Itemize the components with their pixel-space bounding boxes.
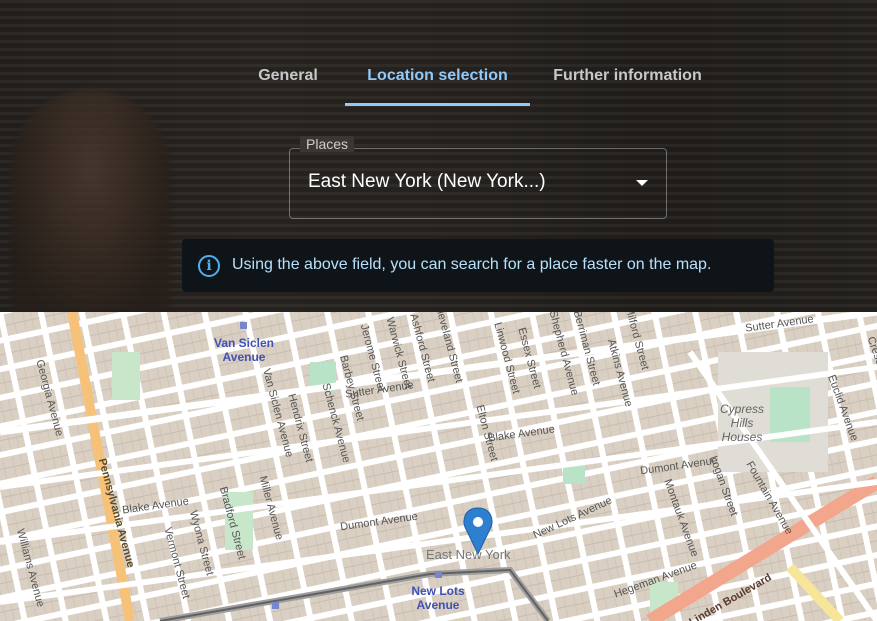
tab-location-selection-label: Location selection	[367, 67, 508, 84]
tab-location-selection[interactable]: Location selection	[345, 58, 530, 106]
station-marker[interactable]	[272, 602, 279, 609]
tab-further-information-label: Further information	[553, 67, 702, 84]
tab-general[interactable]: General	[240, 58, 336, 106]
station-marker[interactable]	[240, 322, 247, 329]
neighborhood-label-cypress-hills: Cypress Hills Houses	[719, 402, 764, 444]
active-tab-indicator	[345, 103, 530, 106]
station-label-new-lots: New Lots Avenue	[411, 584, 465, 612]
info-icon: i	[198, 255, 220, 277]
tab-further-information[interactable]: Further information	[540, 58, 715, 106]
station-marker[interactable]	[435, 571, 442, 578]
neighborhood-label-east-new-york: East New York	[426, 547, 511, 562]
places-select-label: Places	[300, 136, 355, 152]
map[interactable]: Van Siclen Avenue New Lots Avenue Cypres…	[0, 312, 877, 621]
places-select[interactable]: East New York (New York...)	[289, 148, 667, 219]
station-label-van-siclen: Van Siclen Avenue	[213, 336, 275, 364]
info-alert-text: Using the above field, you can search fo…	[232, 256, 712, 273]
park-area	[112, 352, 140, 400]
info-alert: i Using the above field, you can search …	[182, 239, 774, 292]
places-select-value: East New York (New York...)	[308, 171, 546, 192]
tab-general-label: General	[258, 67, 318, 84]
tab-bar: General Location selection Further infor…	[0, 58, 877, 108]
chevron-down-icon[interactable]	[636, 180, 648, 186]
